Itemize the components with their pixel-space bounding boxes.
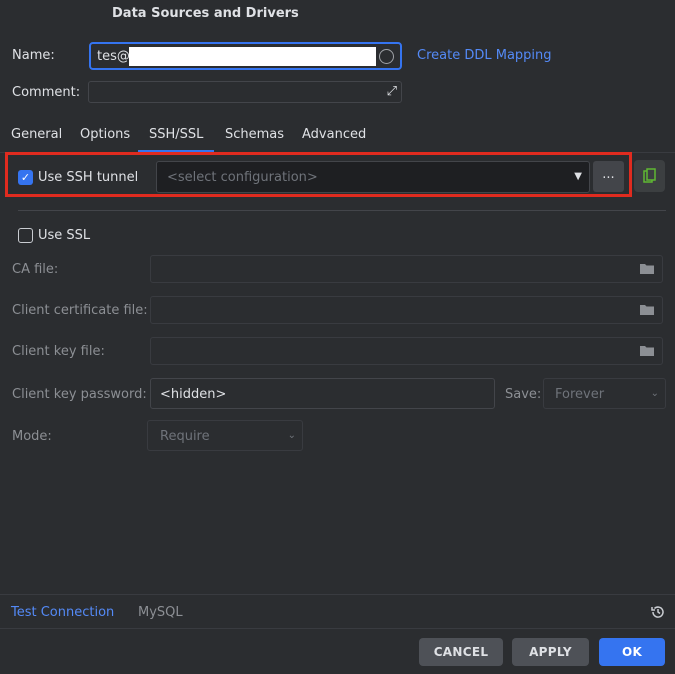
folder-icon[interactable]	[640, 345, 654, 356]
use-ssl-checkbox[interactable]	[18, 228, 33, 243]
name-input[interactable]: tes@	[89, 42, 402, 70]
tab-ssh-ssl[interactable]: SSH/SSL	[149, 127, 203, 142]
client-key-label: Client key file:	[12, 344, 105, 359]
window-title: Data Sources and Drivers	[112, 6, 299, 21]
tab-schemas[interactable]: Schemas	[225, 127, 284, 142]
save-dropdown[interactable]: Forever ⌄	[543, 378, 666, 409]
chevron-down-icon: ⌄	[287, 430, 296, 441]
ca-file-field[interactable]	[150, 255, 663, 283]
comment-label: Comment:	[12, 85, 81, 100]
use-ssh-checkbox[interactable]: ✓	[18, 170, 33, 185]
cancel-button[interactable]: CANCEL	[419, 638, 503, 666]
client-cert-field[interactable]	[150, 296, 663, 324]
section-separator	[18, 210, 666, 211]
mode-dropdown-value: Require	[160, 429, 210, 444]
comment-input[interactable]: ⤢	[88, 81, 402, 103]
save-dropdown-value: Forever	[555, 387, 605, 402]
tab-options[interactable]: Options	[80, 127, 130, 142]
test-connection-link[interactable]: Test Connection	[11, 605, 114, 620]
mode-dropdown[interactable]: Require ⌄	[147, 420, 303, 451]
apply-button[interactable]: APPLY	[512, 638, 589, 666]
copy-icon	[643, 168, 656, 183]
mode-label: Mode:	[12, 429, 52, 444]
name-label: Name:	[12, 48, 55, 63]
save-label: Save:	[505, 387, 542, 402]
driver-label: MySQL	[138, 605, 183, 620]
footer-separator-bottom	[0, 628, 675, 629]
footer-separator	[0, 594, 675, 595]
copy-button[interactable]	[634, 160, 665, 192]
client-key-password-value: <hidden>	[160, 387, 227, 402]
use-ssl-label[interactable]: Use SSL	[38, 228, 90, 243]
clear-icon[interactable]	[379, 49, 394, 64]
expand-icon[interactable]: ⤢	[387, 84, 397, 99]
ssh-config-placeholder: <select configuration>	[167, 170, 318, 185]
ssh-config-select[interactable]: <select configuration> ▼	[156, 161, 590, 193]
use-ssh-label[interactable]: Use SSH tunnel	[38, 170, 138, 185]
ssh-config-more-button[interactable]: ...	[593, 161, 624, 192]
create-ddl-mapping-link[interactable]: Create DDL Mapping	[417, 48, 552, 63]
tab-general[interactable]: General	[11, 127, 62, 142]
name-input-value: tes@	[97, 49, 130, 64]
client-key-password-input[interactable]: <hidden>	[150, 378, 495, 409]
folder-icon[interactable]	[640, 304, 654, 315]
client-key-password-label: Client key password:	[12, 387, 147, 402]
tab-advanced[interactable]: Advanced	[302, 127, 366, 142]
chevron-down-icon: ⌄	[650, 388, 659, 399]
folder-icon[interactable]	[640, 263, 654, 274]
ca-file-label: CA file:	[12, 262, 59, 277]
history-icon[interactable]	[650, 604, 666, 620]
redacted-region	[129, 47, 376, 66]
chevron-down-icon: ▼	[574, 171, 582, 182]
client-cert-label: Client certificate file:	[12, 303, 148, 318]
client-key-field[interactable]	[150, 337, 663, 365]
ok-button[interactable]: OK	[599, 638, 665, 666]
